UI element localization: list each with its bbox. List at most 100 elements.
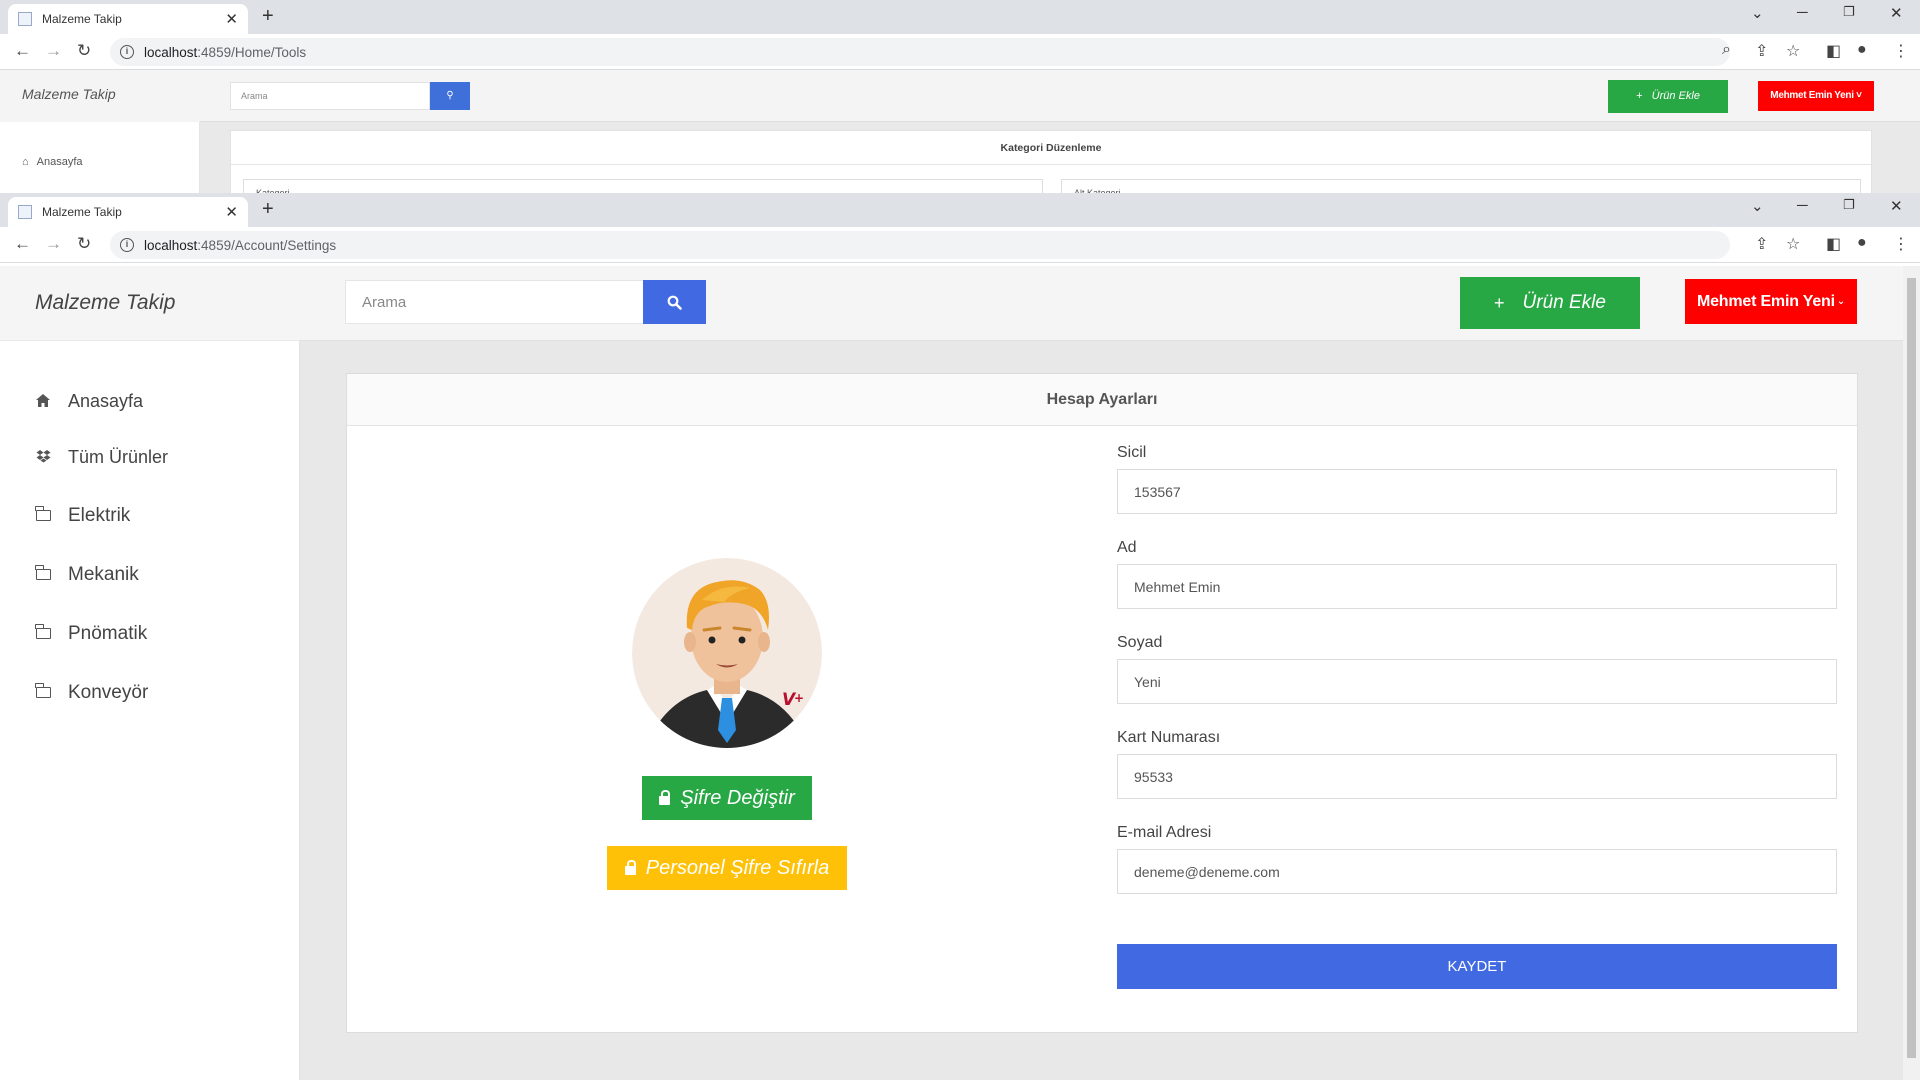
brand-logo[interactable]: Malzeme Takip — [0, 266, 300, 341]
new-tab-icon[interactable]: + — [262, 5, 274, 28]
soyad-field[interactable] — [1117, 659, 1837, 704]
email-label: E-mail Adresi — [1117, 824, 1212, 841]
back-address-bar[interactable]: i localhost:4859/Home/Tools — [110, 38, 1730, 66]
email-field[interactable] — [1117, 849, 1837, 894]
folder-icon — [34, 624, 52, 642]
back-subcategory-field[interactable]: Alt Kategori — [1061, 179, 1861, 193]
forward-icon[interactable]: → — [45, 41, 62, 61]
toolbar: ← → ↻ i localhost:4859/Account/Settings … — [0, 227, 1920, 263]
sidebar-item-label: Mekanik — [68, 564, 139, 585]
back-icon[interactable]: ← — [14, 41, 31, 61]
close-tab-icon[interactable]: ✕ — [225, 10, 238, 28]
sidebar-item-konveyor[interactable]: Konveyör — [34, 682, 148, 704]
change-password-button[interactable]: Şifre Değiştir — [642, 776, 812, 820]
sidebar-item-mekanik[interactable]: Mekanik — [34, 564, 139, 586]
user-menu-button[interactable]: Mehmet Emin Yeni ⌄ — [1685, 279, 1857, 324]
close-tab-icon[interactable]: ✕ — [225, 203, 238, 221]
lock-icon — [624, 859, 636, 875]
search-input[interactable] — [345, 280, 645, 324]
ad-label: Ad — [1117, 539, 1137, 556]
favicon-icon — [18, 205, 32, 219]
back-category-card: Kategori Düzenleme Kategori Alt Kategori — [230, 130, 1872, 193]
back-card-title: Kategori Düzenleme — [231, 131, 1871, 165]
app: Malzeme Takip Anasayfa Tüm Ürünler Elekt… — [0, 266, 1920, 1080]
restore-icon[interactable]: ❐ — [1843, 197, 1855, 213]
sidebar-item-elektrik[interactable]: Elektrik — [34, 505, 130, 527]
dropbox-icon — [34, 449, 52, 466]
back-sidebar-item-home[interactable]: ⌂ Anasayfa — [22, 156, 83, 168]
bookmark-star-icon[interactable]: ☆ — [1786, 41, 1800, 61]
profile-icon[interactable]: ● — [1857, 234, 1867, 252]
zoom-icon[interactable]: ⌕ — [1722, 41, 1731, 59]
url-host: localhost — [144, 44, 198, 60]
folder-icon — [34, 506, 52, 524]
reload-icon[interactable]: ↻ — [77, 234, 91, 254]
sidebar-item-label: Tüm Ürünler — [68, 447, 169, 467]
restore-icon[interactable]: ❐ — [1843, 4, 1855, 20]
site-info-icon[interactable]: i — [120, 45, 134, 59]
back-search-button[interactable]: ⚲ — [430, 82, 470, 110]
back-user-label: Mehmet Emin Yeni — [1770, 90, 1854, 101]
back-browser-tab[interactable]: Malzeme Takip ✕ — [8, 4, 248, 34]
back-sidebar: Malzeme Takip ⌂ Anasayfa — [0, 70, 200, 193]
back-add-product-button[interactable]: + Ürün Ekle — [1608, 80, 1728, 113]
svg-text:+: + — [794, 691, 804, 705]
sidebar: Malzeme Takip Anasayfa Tüm Ürünler Elekt… — [0, 266, 300, 1080]
lock-icon — [659, 789, 671, 805]
back-tabstrip: Malzeme Takip ✕ + ⌄ ─ ❐ ✕ — [0, 0, 1920, 34]
sidebar-item-anasayfa[interactable]: Anasayfa — [34, 391, 143, 412]
site-info-icon[interactable]: i — [120, 238, 134, 252]
reset-staff-password-button[interactable]: Personel Şifre Sıfırla — [607, 846, 847, 890]
minimize-icon[interactable]: ─ — [1797, 4, 1808, 21]
back-search-input[interactable]: Arama — [230, 82, 430, 110]
sidebar-item-pnomatik[interactable]: Pnömatik — [34, 623, 147, 645]
change-password-label: Şifre Değiştir — [680, 786, 795, 809]
reload-icon[interactable]: ↻ — [77, 41, 91, 61]
back-toolbar: ← → ↻ i localhost:4859/Home/Tools ⌕ ⇪ ☆ … — [0, 34, 1920, 70]
minimize-icon[interactable]: ─ — [1797, 197, 1808, 214]
kart-numarasi-label: Kart Numarası — [1117, 729, 1221, 746]
save-button[interactable]: KAYDET — [1117, 944, 1837, 989]
user-menu-label: Mehmet Emin Yeni — [1696, 292, 1835, 310]
side-panel-icon[interactable]: ◧ — [1826, 234, 1841, 254]
plus-icon: + — [1494, 292, 1505, 313]
account-form: Sicil Ad Soyad Kart Numarası E-mail Adre… — [1117, 444, 1837, 919]
add-product-label: Ürün Ekle — [1522, 292, 1606, 313]
new-tab-icon[interactable]: + — [262, 198, 274, 221]
sidebar-item-label: Anasayfa — [68, 391, 144, 411]
menu-dots-icon[interactable]: ⋮ — [1893, 234, 1909, 254]
kart-numarasi-field[interactable] — [1117, 754, 1837, 799]
front-window: Malzeme Takip ✕ + ⌄ ─ ❐ ✕ ← → ↻ i localh… — [0, 193, 1920, 1080]
page-scrollbar[interactable] — [1903, 266, 1920, 1080]
home-icon — [34, 393, 52, 410]
add-product-button[interactable]: + Ürün Ekle — [1460, 277, 1640, 329]
header: + Ürün Ekle Mehmet Emin Yeni ⌄ — [300, 266, 1920, 341]
back-category-field[interactable]: Kategori — [243, 179, 1043, 193]
tab-search-icon[interactable]: ⌄ — [1751, 197, 1764, 215]
forward-icon[interactable]: → — [45, 234, 62, 254]
search-button[interactable] — [643, 280, 706, 324]
back-sidebar-label: Anasayfa — [36, 156, 83, 168]
ad-field[interactable] — [1117, 564, 1837, 609]
bookmark-star-icon[interactable]: ☆ — [1786, 234, 1800, 254]
share-icon[interactable]: ⇪ — [1755, 41, 1768, 61]
side-panel-icon[interactable]: ◧ — [1826, 41, 1841, 61]
user-avatar: V + — [632, 558, 822, 748]
browser-tab[interactable]: Malzeme Takip ✕ — [8, 197, 248, 227]
window-close-icon[interactable]: ✕ — [1890, 197, 1903, 215]
back-icon[interactable]: ← — [14, 234, 31, 254]
search-icon — [667, 295, 682, 310]
window-close-icon[interactable]: ✕ — [1890, 4, 1903, 22]
tab-search-icon[interactable]: ⌄ — [1751, 4, 1764, 22]
address-bar[interactable]: i localhost:4859/Account/Settings — [110, 231, 1730, 259]
chevron-down-icon: ⌄ — [1836, 296, 1846, 307]
folder-icon — [34, 565, 52, 583]
scrollbar-thumb[interactable] — [1907, 278, 1916, 1058]
sicil-field[interactable] — [1117, 469, 1837, 514]
menu-dots-icon[interactable]: ⋮ — [1893, 41, 1909, 61]
back-user-menu[interactable]: Mehmet Emin Yeni ˅ — [1758, 81, 1874, 111]
profile-icon[interactable]: ● — [1857, 41, 1867, 59]
share-icon[interactable]: ⇪ — [1755, 234, 1768, 254]
sidebar-item-tum-urunler[interactable]: Tüm Ürünler — [34, 447, 168, 468]
sidebar-item-label: Pnömatik — [68, 623, 148, 644]
